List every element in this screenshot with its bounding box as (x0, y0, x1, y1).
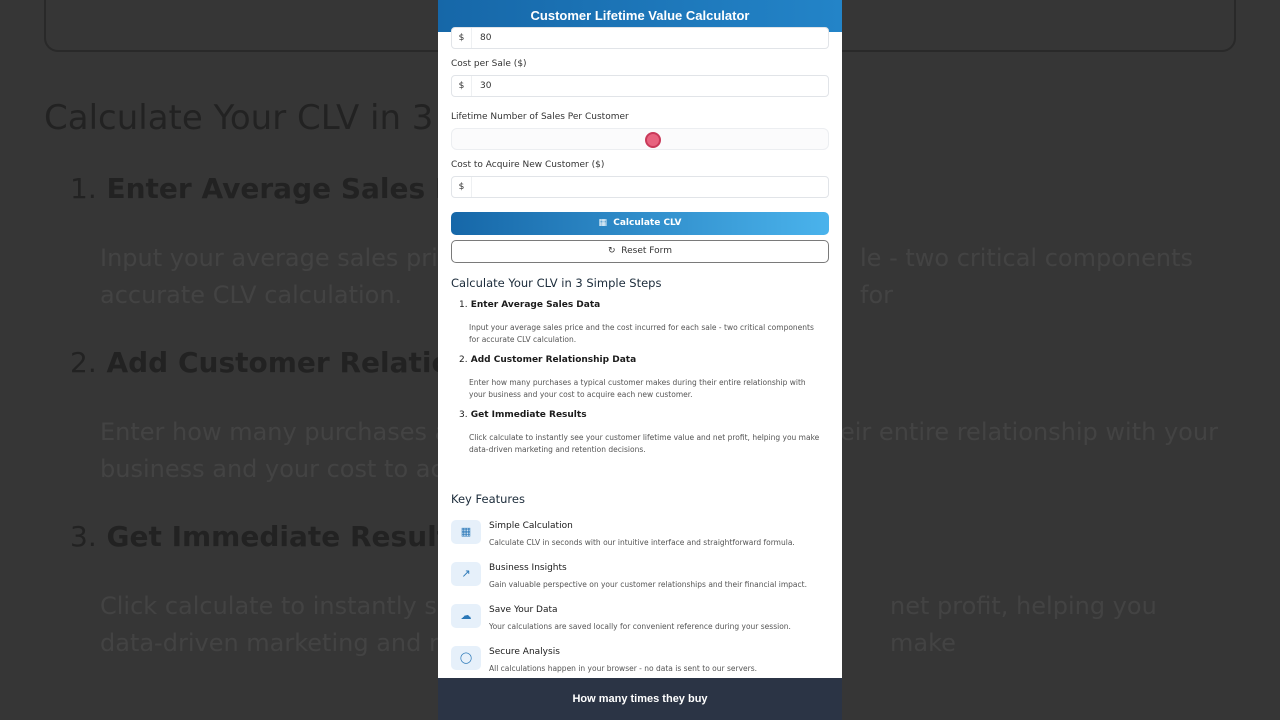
calculate-label: Calculate CLV (613, 218, 682, 228)
shield-icon: ◯ (451, 646, 481, 670)
acquire-cost-label: Cost to Acquire New Customer ($) (451, 160, 605, 170)
step-2-text: Enter how many purchases a typical custo… (469, 378, 806, 399)
step-1-title: 1. Enter Average Sales Data (459, 300, 601, 310)
calculator-panel: Customer Lifetime Value Calculator $ 80 … (438, 0, 842, 720)
slider-thumb[interactable] (645, 132, 661, 148)
refresh-icon: ↻ (608, 246, 616, 256)
feature-1-text: Calculate CLV in seconds with our intuit… (489, 538, 795, 547)
features-title: Key Features (451, 492, 525, 506)
dollar-prefix: $ (452, 28, 472, 48)
step-2-title: 2. Add Customer Relationship Data (459, 355, 637, 365)
calculator-icon: ▦ (451, 520, 481, 544)
chart-icon: ↗ (451, 562, 481, 586)
dollar-prefix: $ (452, 177, 472, 197)
feature-3-title: Save Your Data (489, 605, 558, 615)
average-price-value: 80 (480, 33, 492, 43)
step-1-text: Input your average sales price and the c… (469, 323, 814, 344)
calculator-icon: ▦ (598, 218, 607, 228)
feature-1-title: Simple Calculation (489, 521, 573, 531)
dollar-prefix: $ (452, 76, 472, 96)
average-price-input[interactable]: $ 80 (451, 27, 829, 49)
reset-button[interactable]: ↻ Reset Form (451, 240, 829, 263)
feature-2-title: Business Insights (489, 563, 567, 573)
feature-2-text: Gain valuable perspective on your custom… (489, 580, 807, 589)
reset-label: Reset Form (621, 246, 672, 256)
cloud-icon: ☁ (451, 604, 481, 628)
calculate-button[interactable]: ▦ Calculate CLV (451, 212, 829, 235)
video-caption: How many times they buy (438, 678, 842, 720)
feature-4-text: All calculations happen in your browser … (489, 664, 758, 673)
cost-per-sale-value: 30 (480, 81, 492, 91)
step-3-text: Click calculate to instantly see your cu… (469, 433, 820, 454)
acquire-cost-input[interactable]: $ (451, 176, 829, 198)
feature-4-title: Secure Analysis (489, 647, 560, 657)
lifetime-sales-label: Lifetime Number of Sales Per Customer (451, 112, 629, 122)
cost-per-sale-input[interactable]: $ 30 (451, 75, 829, 97)
cost-per-sale-label: Cost per Sale ($) (451, 59, 527, 69)
step-3-title: 3. Get Immediate Results (459, 410, 587, 420)
lifetime-sales-slider[interactable] (451, 128, 829, 150)
feature-3-text: Your calculations are saved locally for … (489, 622, 791, 631)
steps-title: Calculate Your CLV in 3 Simple Steps (451, 276, 662, 290)
